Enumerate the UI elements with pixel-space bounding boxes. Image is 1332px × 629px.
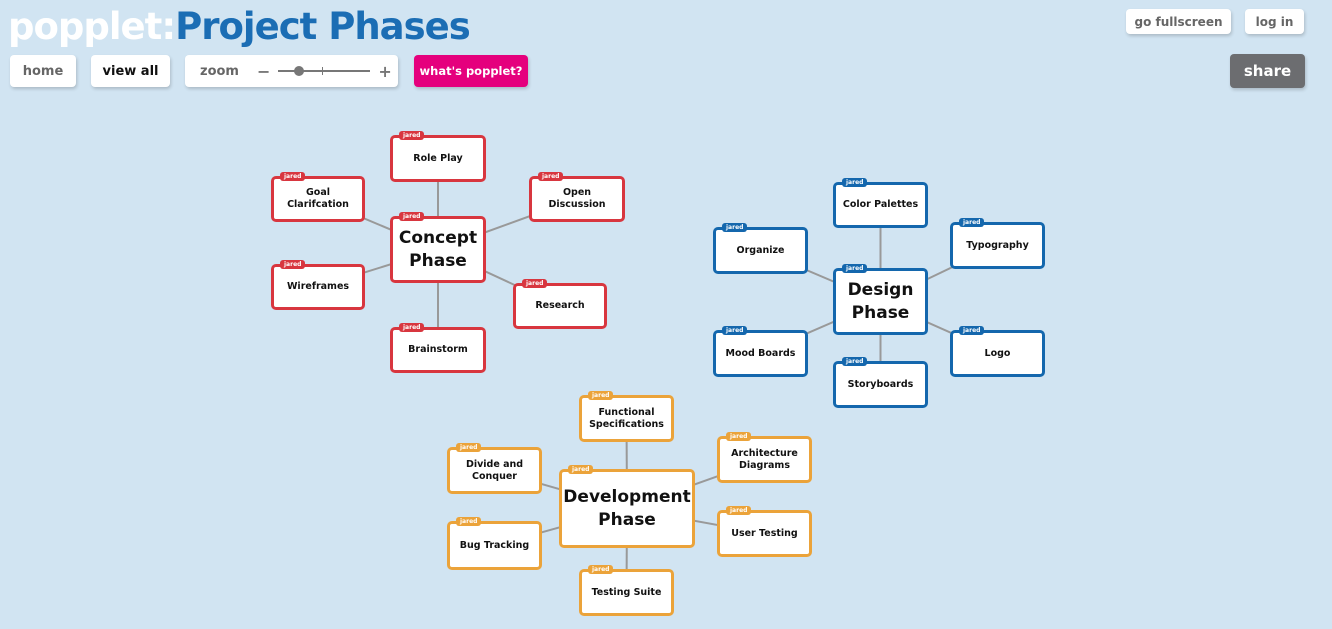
author-tag: jared [842, 357, 868, 366]
author-tag: jared [399, 212, 425, 221]
author-tag: jared [959, 218, 985, 227]
author-tag: jared [842, 264, 868, 273]
popple-node[interactable]: jared Typography [950, 218, 1045, 269]
author-tag: jared [726, 506, 752, 515]
popple-node[interactable]: jared Wireframes [271, 260, 365, 310]
popple-node[interactable]: jared Testing Suite [579, 565, 674, 616]
author-tag: jared [588, 565, 614, 574]
concept-phase-popple[interactable]: jared Concept Phase [390, 212, 486, 283]
author-tag: jared [399, 323, 425, 332]
popple-node[interactable]: jared Bug Tracking [447, 517, 542, 570]
popple-label: Typography [966, 239, 1029, 251]
author-tag: jared [722, 326, 748, 335]
popple-node[interactable]: jared Research [513, 279, 607, 329]
author-tag: jared [588, 391, 614, 400]
popple-node[interactable]: jared Goal Clarifcation [271, 172, 365, 222]
popple-label: Development Phase [563, 486, 691, 530]
author-tag: jared [280, 260, 306, 269]
author-tag: jared [842, 178, 868, 187]
popple-label: Architecture Diagrams [731, 447, 798, 471]
popple-label: Bug Tracking [459, 539, 530, 551]
popple-label: Storyboards [847, 378, 914, 390]
popple-label: Testing Suite [591, 586, 662, 598]
popple-node[interactable]: jared Divide and Conquer [447, 443, 542, 494]
popple-label: Logo [984, 347, 1011, 359]
popple-node[interactable]: jared Brainstorm [390, 323, 486, 373]
popple-label: Organize [736, 244, 785, 256]
popple-node[interactable]: jared Logo [950, 326, 1045, 377]
popple-node[interactable]: jared Role Play [390, 131, 486, 182]
author-tag: jared [568, 465, 594, 474]
author-tag: jared [959, 326, 985, 335]
popple-label: Functional Specifications [589, 406, 664, 430]
popple-label: Wireframes [286, 281, 350, 292]
author-tag: jared [522, 279, 548, 288]
development-phase-popple[interactable]: jared Development Phase [559, 465, 695, 548]
popple-label: Design Phase [847, 279, 914, 323]
popple-label: User Testing [731, 527, 798, 539]
author-tag: jared [280, 172, 306, 181]
design-phase-popple[interactable]: jared Design Phase [833, 264, 928, 335]
popple-node[interactable]: jared Architecture Diagrams [717, 432, 812, 483]
popple-label: Goal Clarifcation [287, 187, 349, 210]
author-tag: jared [399, 131, 425, 140]
popple-label: Divide and Conquer [465, 458, 524, 482]
popple-label: Open Discussion [548, 187, 606, 210]
popple-node[interactable]: jared Mood Boards [713, 326, 808, 377]
popple-node[interactable]: jared Organize [713, 223, 808, 274]
author-tag: jared [726, 432, 752, 441]
author-tag: jared [722, 223, 748, 232]
author-tag: jared [456, 443, 482, 452]
popple-label: Brainstorm [408, 344, 468, 355]
popple-node[interactable]: jared Functional Specifications [579, 391, 674, 442]
popple-label: Research [535, 300, 585, 311]
popple-label: Mood Boards [725, 347, 796, 359]
popple-label: Color Palettes [842, 199, 919, 210]
popple-node[interactable]: jared Open Discussion [529, 172, 625, 222]
author-tag: jared [538, 172, 564, 181]
author-tag: jared [456, 517, 482, 526]
popple-node[interactable]: jared Storyboards [833, 357, 928, 408]
popple-node[interactable]: jared User Testing [717, 506, 812, 557]
popple-node[interactable]: jared Color Palettes [833, 178, 928, 228]
popple-label: Concept Phase [398, 227, 478, 271]
popple-label: Role Play [413, 152, 463, 164]
